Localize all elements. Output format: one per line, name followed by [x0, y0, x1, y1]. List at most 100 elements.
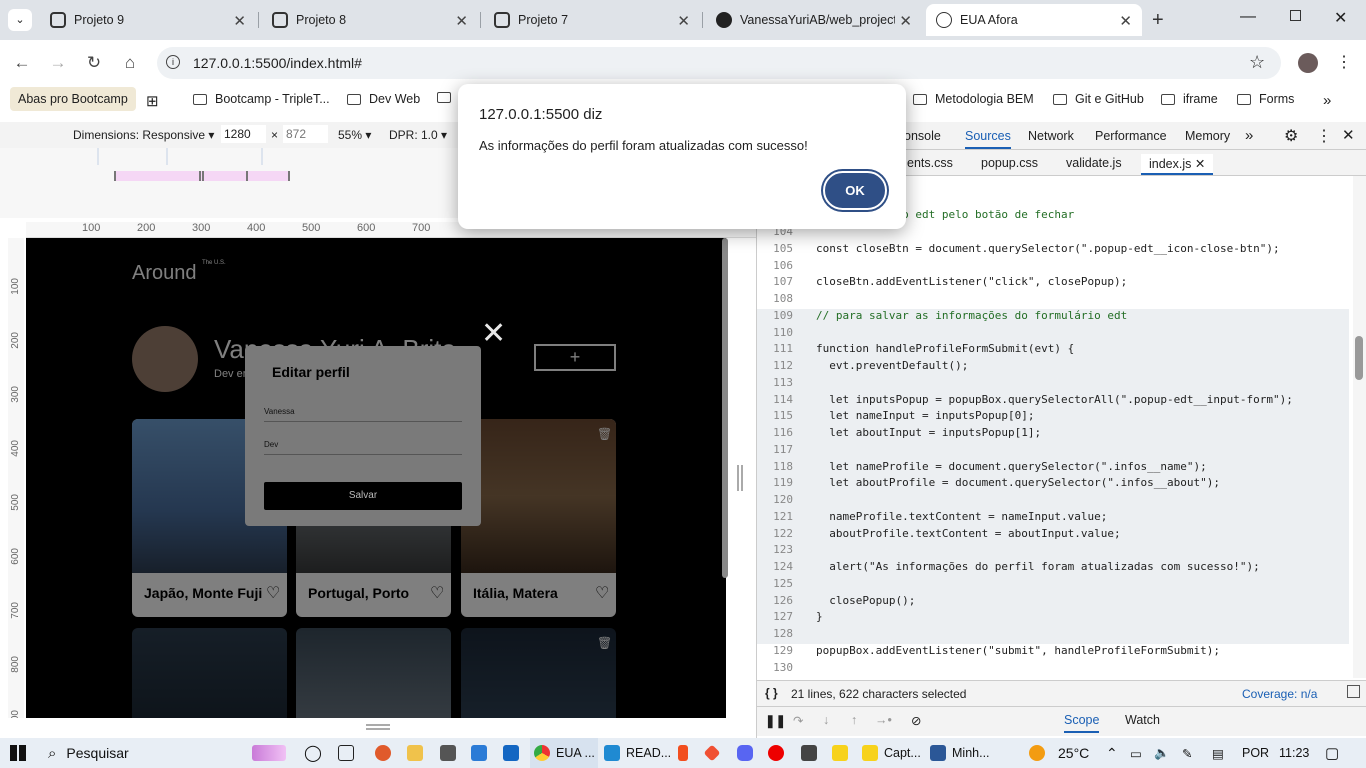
code-line[interactable]: 126 closePopup(); — [757, 593, 1349, 611]
url-text[interactable]: 127.0.0.1:5500/index.html# — [193, 55, 362, 71]
network-icon[interactable]: ▤ — [1212, 738, 1224, 768]
avatar[interactable] — [1298, 53, 1318, 73]
calculator-icon[interactable] — [801, 738, 823, 768]
tab-projeto-7[interactable]: Projeto 7 ✕ — [484, 4, 700, 36]
code-line[interactable]: 109 // para salvar as informações do form… — [757, 308, 1349, 326]
code-line[interactable]: 125 — [757, 576, 1349, 594]
temperature[interactable]: 25°C — [1058, 738, 1089, 768]
more-bookmarks-icon[interactable]: » — [1323, 92, 1331, 109]
tab-scope[interactable]: Scope — [1064, 713, 1100, 733]
code-line[interactable]: 127} — [757, 610, 1349, 628]
step-icon[interactable]: →• — [875, 713, 892, 727]
code-line[interactable]: 121 nameProfile.textContent = nameInput.… — [757, 509, 1349, 527]
menu-icon[interactable]: ⋮ — [1336, 52, 1352, 72]
git-icon[interactable] — [703, 738, 724, 768]
width-input[interactable]: 1280 — [221, 125, 266, 143]
code-line[interactable]: 123 — [757, 543, 1349, 561]
code-line[interactable]: 110 — [757, 325, 1349, 343]
taskbar-chrome[interactable]: EUA ... — [530, 738, 598, 768]
code-line[interactable]: 111 function handleProfileFormSubmit(evt)… — [757, 342, 1349, 360]
notification-icon[interactable]: ▢ — [1325, 738, 1339, 768]
tab-eua-afora[interactable]: EUA Afora ✕ — [926, 4, 1142, 36]
code-line[interactable]: 107 closeBtn.addEventListener("click", cl… — [757, 275, 1349, 292]
code-line[interactable]: 120 — [757, 493, 1349, 510]
bookmark-apps[interactable]: Abas pro Bootcamp — [10, 87, 136, 111]
height-input[interactable]: 872 — [283, 125, 328, 143]
home-icon[interactable]: ⌂ — [117, 50, 143, 76]
kebab-icon[interactable]: ⋮ — [1316, 126, 1332, 146]
tab-github[interactable]: VanessaYuriAB/web_project_ ✕ — [706, 4, 922, 36]
resize-handle-bottom[interactable] — [366, 724, 390, 730]
minimize-button[interactable]: — — [1240, 8, 1256, 26]
code-line[interactable]: 130 — [757, 661, 1349, 678]
tab-performance[interactable]: Performance — [1095, 129, 1167, 143]
code-line[interactable]: 113 — [757, 375, 1349, 393]
coverage-status[interactable]: Coverage: n/a — [1242, 687, 1317, 701]
file-tab[interactable]: validate.js — [1066, 156, 1122, 170]
site-info-icon[interactable]: i — [166, 55, 180, 69]
code-line[interactable]: 106 — [757, 259, 1349, 276]
code-line[interactable]: 122 aboutProfile.textContent = aboutInpu… — [757, 526, 1349, 544]
panel-toggle-icon[interactable] — [1347, 685, 1360, 698]
tab-projeto-9[interactable]: Projeto 9 ✕ — [40, 4, 256, 36]
bookmark-folder[interactable]: Metodologia BEM — [913, 92, 1034, 106]
code-line[interactable]: 118 let nameProfile = document.querySele… — [757, 459, 1349, 477]
bookmark-folder[interactable]: Bootcamp - TripleT... — [193, 92, 330, 106]
zoom-select[interactable]: 55% ▾ — [338, 128, 371, 142]
tab-watch[interactable]: Watch — [1125, 713, 1160, 727]
bookmark-folder[interactable]: Dev Web — [347, 92, 420, 106]
grid-icon[interactable]: ⊞ — [146, 92, 159, 110]
search-box[interactable]: ⌕ Pesquisar — [48, 738, 129, 768]
app-icon[interactable] — [375, 738, 397, 768]
language-indicator[interactable]: POR — [1242, 738, 1269, 768]
code-scrollbar[interactable] — [1353, 176, 1366, 678]
tab-search-icon[interactable]: ⌄ — [8, 9, 32, 31]
code-line[interactable]: 112 evt.preventDefault(); — [757, 359, 1349, 376]
more-tabs-icon[interactable]: » — [1245, 127, 1253, 144]
gear-icon[interactable]: ⚙ — [1284, 126, 1298, 146]
bookmark-folder[interactable]: iframe — [1161, 92, 1218, 106]
code-line[interactable]: 105 const closeBtn = document.querySelect… — [757, 242, 1349, 259]
about-input[interactable]: Dev — [264, 440, 462, 455]
code-line[interactable]: 116 let aboutInput = inputsPopup[1]; — [757, 426, 1349, 443]
window-close-button[interactable]: ✕ — [1334, 8, 1347, 28]
discord-icon[interactable] — [737, 738, 759, 768]
bookmark-folder[interactable]: Git e GitHub — [1053, 92, 1144, 106]
viewport-scrollbar[interactable] — [722, 238, 728, 578]
task-view-icon[interactable]: ◯ — [304, 738, 322, 768]
app-icon[interactable] — [440, 738, 462, 768]
windows-start-icon[interactable] — [10, 738, 26, 768]
pen-icon[interactable]: ✎ — [1182, 738, 1192, 768]
step-out-icon[interactable]: ↑ — [851, 713, 857, 727]
sticky-notes-icon[interactable] — [832, 738, 854, 768]
code-line[interactable]: 117 — [757, 442, 1349, 460]
file-tab-active[interactable]: index.js ✕ — [1141, 154, 1214, 175]
back-icon[interactable]: ← — [9, 50, 35, 76]
star-icon[interactable]: ☆ — [1249, 52, 1265, 73]
taskbar-capture[interactable]: Capt... — [862, 738, 921, 768]
code-line[interactable]: 129 popupBox.addEventListener("submit", h… — [757, 644, 1349, 661]
bookmark-folder[interactable] — [437, 92, 459, 103]
bookmark-folder[interactable]: Forms — [1237, 92, 1294, 106]
new-tab-button[interactable]: + — [1152, 9, 1164, 32]
code-line[interactable]: 115 let nameInput = inputsPopup[0]; — [757, 409, 1349, 427]
popup-close-icon[interactable]: ✕ — [481, 316, 506, 351]
restore-button[interactable] — [1290, 10, 1301, 21]
resize-handle-right[interactable] — [737, 465, 743, 491]
close-icon[interactable]: ✕ — [455, 12, 468, 30]
close-icon[interactable]: ✕ — [1195, 157, 1205, 171]
dpr-select[interactable]: DPR: 1.0 ▾ — [389, 128, 447, 142]
forward-icon[interactable]: → — [45, 50, 71, 76]
code-line[interactable]: 119 let aboutProfile = document.querySel… — [757, 476, 1349, 494]
pause-icon[interactable]: ❚❚ — [765, 713, 786, 728]
code-line[interactable]: 128 — [757, 627, 1349, 644]
app-icon[interactable] — [471, 738, 493, 768]
tab-console[interactable]: onsole — [904, 129, 941, 143]
tab-memory[interactable]: Memory — [1185, 129, 1230, 143]
ok-button[interactable]: OK — [823, 171, 887, 210]
code-line[interactable]: 108 — [757, 292, 1349, 309]
clock[interactable]: 11:23 — [1279, 738, 1309, 768]
youtube-icon[interactable] — [768, 738, 790, 768]
close-icon[interactable]: ✕ — [1119, 12, 1132, 30]
step-over-icon[interactable]: ↷ — [793, 713, 803, 728]
